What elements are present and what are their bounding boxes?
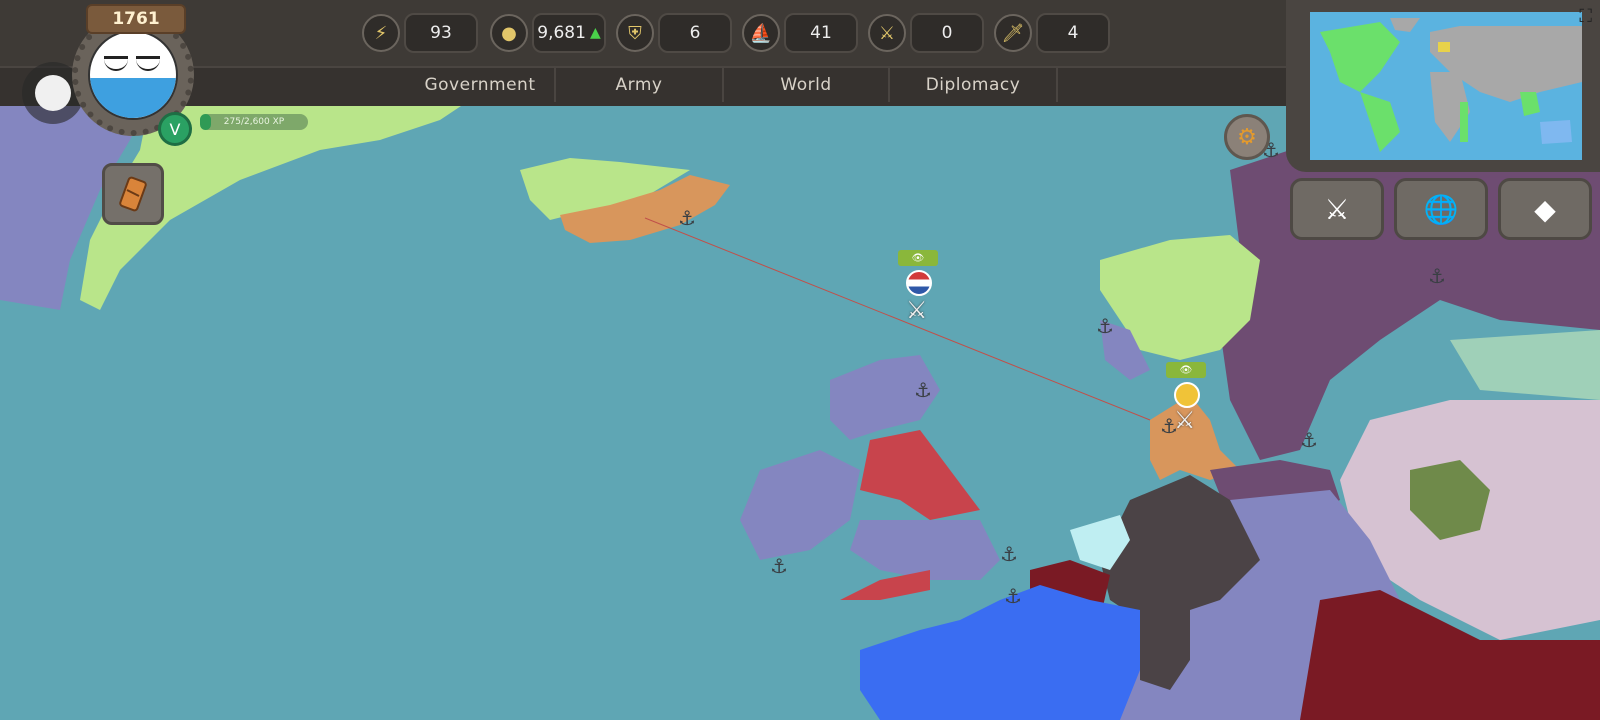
diamond-icon: ◆ <box>1534 192 1556 226</box>
resource-battles[interactable]: ⚔ 0 <box>868 12 984 54</box>
port-anchor-icon[interactable]: ⚓ <box>914 380 932 400</box>
tab-government[interactable]: Government <box>406 68 556 102</box>
military-button[interactable]: ⚔ <box>1290 178 1384 240</box>
tab-world[interactable]: World <box>724 68 890 102</box>
resource-manpower[interactable]: ⛨ 6 <box>616 12 732 54</box>
minimap[interactable]: ⛶ <box>1286 0 1600 172</box>
eagle-flag-icon[interactable] <box>1174 382 1200 408</box>
tab-diplomacy[interactable]: Diplomacy <box>890 68 1058 102</box>
resource-ships[interactable]: ⛵ 41 <box>742 12 858 54</box>
port-anchor-icon[interactable]: ⚓ <box>1300 430 1318 450</box>
port-anchor-icon[interactable]: ⚓ <box>770 556 788 576</box>
crossed-swords-icon: ⚔ <box>868 14 906 52</box>
globe-icon: 🌐 <box>1423 192 1459 226</box>
xp-text: 275/2,600 XP <box>223 117 285 127</box>
scroll-icon <box>119 176 147 212</box>
army-unit-swords-icon[interactable]: ⚔ <box>906 298 928 322</box>
unit-visibility-badge: 👁 <box>1166 362 1206 378</box>
level-badge: V <box>158 112 192 146</box>
resource-value: 41 <box>784 13 858 53</box>
resource-weapons[interactable]: 🗡 4 <box>994 12 1110 54</box>
port-anchor-icon[interactable]: ⚓ <box>678 208 696 228</box>
joystick-knob[interactable] <box>35 75 71 111</box>
gold-coins-icon: ● <box>490 14 528 52</box>
resource-value: 0 <box>910 13 984 53</box>
resource-value: 6 <box>658 13 732 53</box>
xp-progress-bar: 275/2,600 XP <box>200 114 308 130</box>
dutch-flag-icon[interactable] <box>906 270 932 296</box>
lightning-icon: ⚡ <box>362 14 400 52</box>
scroll-quest-button[interactable] <box>102 163 164 225</box>
resource-value: 4 <box>1036 13 1110 53</box>
port-anchor-icon[interactable]: ⚓ <box>1000 544 1018 564</box>
army-unit-swords-icon[interactable]: ⚔ <box>1174 408 1196 432</box>
tab-army[interactable]: Army <box>556 68 724 102</box>
resource-value: 93 <box>404 13 478 53</box>
countryball-avatar <box>88 30 178 120</box>
resource-lightning[interactable]: ⚡ 93 <box>362 12 478 54</box>
globe-button[interactable]: 🌐 <box>1394 178 1488 240</box>
year-display: 1761 <box>86 4 186 34</box>
expand-icon[interactable]: ⛶ <box>1579 6 1592 27</box>
diamond-button[interactable]: ◆ <box>1498 178 1592 240</box>
minimap-view[interactable] <box>1310 12 1582 160</box>
port-anchor-icon[interactable]: ⚓ <box>1428 266 1446 286</box>
gear-icon: ⚙ <box>1237 124 1257 150</box>
settings-gear-button[interactable]: ⚙ <box>1224 114 1270 160</box>
helmet-icon: ⛨ <box>616 14 654 52</box>
port-anchor-icon[interactable]: ⚓ <box>1004 586 1022 606</box>
resource-gold[interactable]: ● 9,681 ▲ <box>490 12 606 54</box>
sword-icon: 🗡 <box>994 14 1032 52</box>
resource-value: 9,681 ▲ <box>532 13 606 53</box>
unit-visibility-badge: 👁 <box>898 250 938 266</box>
sword-icon: ⚔ <box>1324 192 1350 226</box>
port-anchor-icon[interactable]: ⚓ <box>1096 316 1114 336</box>
xp-fill <box>200 114 212 130</box>
trend-up-icon: ▲ <box>589 25 601 41</box>
ship-sail-icon: ⛵ <box>742 14 780 52</box>
